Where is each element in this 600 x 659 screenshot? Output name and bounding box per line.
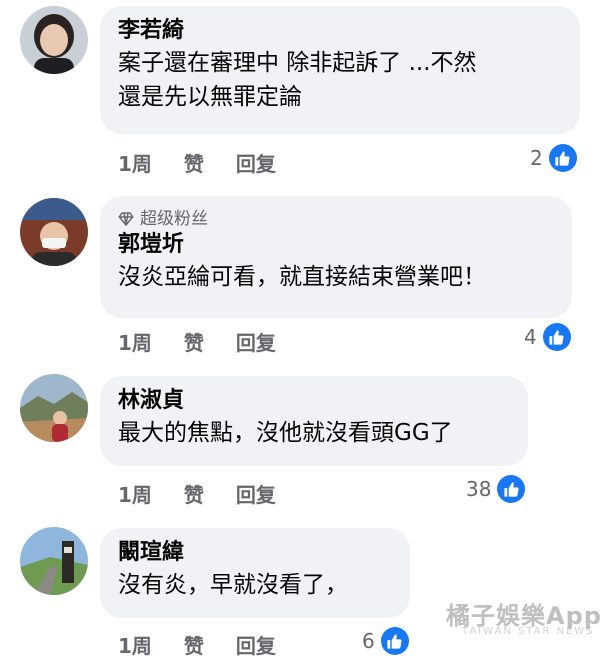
reply-button[interactable]: 回复 bbox=[236, 327, 276, 356]
reaction-count[interactable]: 38 bbox=[466, 475, 526, 503]
comment-bubble: 林淑貞 最大的焦點，沒他就沒看頭GG了 bbox=[100, 376, 528, 466]
reply-button[interactable]: 回复 bbox=[236, 479, 276, 508]
thumbs-up-icon bbox=[497, 475, 526, 503]
comment-text-line: 還是先以無罪定論 bbox=[118, 84, 302, 110]
reply-button[interactable]: 回复 bbox=[236, 148, 276, 177]
super-fan-badge: 超级粉丝 bbox=[118, 208, 554, 230]
timestamp-link[interactable]: 1周 bbox=[118, 479, 152, 508]
commenter-name[interactable]: 林淑貞 bbox=[118, 386, 510, 416]
comment-text-line: 最大的焦點，沒他就沒看頭GG了 bbox=[118, 420, 453, 446]
avatar[interactable] bbox=[20, 527, 88, 595]
like-button[interactable]: 赞 bbox=[184, 148, 204, 177]
reaction-number: 4 bbox=[524, 325, 537, 349]
like-button[interactable]: 赞 bbox=[184, 630, 204, 659]
badge-label: 超级粉丝 bbox=[140, 209, 208, 229]
avatar-image bbox=[20, 527, 88, 595]
timestamp-link[interactable]: 1周 bbox=[118, 630, 152, 659]
comment-text-line: 沒炎亞綸可看，就直接結束營業吧！ bbox=[118, 264, 486, 290]
avatar-image bbox=[20, 198, 88, 266]
reaction-number: 2 bbox=[530, 146, 543, 170]
commenter-name[interactable]: 李若綺 bbox=[118, 16, 562, 46]
like-button[interactable]: 赞 bbox=[184, 327, 204, 356]
diamond-icon bbox=[118, 212, 134, 227]
watermark-subtitle: TAIWAN STAR NEWS bbox=[462, 626, 595, 637]
timestamp-link[interactable]: 1周 bbox=[118, 148, 152, 177]
timestamp-link[interactable]: 1周 bbox=[118, 327, 152, 356]
avatar[interactable] bbox=[20, 374, 88, 442]
reply-button[interactable]: 回复 bbox=[236, 630, 276, 659]
thumbs-up-icon bbox=[542, 323, 571, 351]
thumbs-up-icon bbox=[548, 144, 577, 172]
comment-bubble: 闞瑄緯 沒有炎，早就沒看了， bbox=[100, 528, 410, 618]
comment-actions: 1周 赞 回复 bbox=[118, 327, 276, 356]
avatar-image bbox=[20, 374, 88, 442]
comment-actions: 1周 赞 回复 bbox=[118, 479, 276, 508]
commenter-name[interactable]: 郭塏圻 bbox=[118, 230, 554, 260]
comment-actions: 1周 赞 回复 bbox=[118, 148, 276, 177]
avatar[interactable] bbox=[20, 198, 88, 266]
like-button[interactable]: 赞 bbox=[184, 479, 204, 508]
avatar-image bbox=[20, 6, 88, 74]
comment-text-line: 沒有炎，早就沒看了， bbox=[118, 572, 348, 598]
thumbs-up-icon bbox=[380, 627, 409, 655]
reaction-count[interactable]: 2 bbox=[530, 144, 577, 172]
avatar[interactable] bbox=[20, 6, 88, 74]
comment-bubble: 李若綺 案子還在審理中 除非起訴了 ...不然 還是先以無罪定論 bbox=[100, 6, 580, 134]
comment-bubble: 超级粉丝 郭塏圻 沒炎亞綸可看，就直接結束營業吧！ bbox=[100, 196, 572, 318]
comment-actions: 1周 赞 回复 bbox=[118, 630, 276, 659]
comment-text-line: 案子還在審理中 除非起訴了 ...不然 bbox=[118, 50, 477, 76]
reaction-count[interactable]: 6 bbox=[362, 627, 409, 655]
reaction-count[interactable]: 4 bbox=[524, 323, 571, 351]
reaction-number: 6 bbox=[362, 629, 375, 653]
reaction-number: 38 bbox=[466, 477, 492, 501]
commenter-name[interactable]: 闞瑄緯 bbox=[118, 538, 392, 568]
